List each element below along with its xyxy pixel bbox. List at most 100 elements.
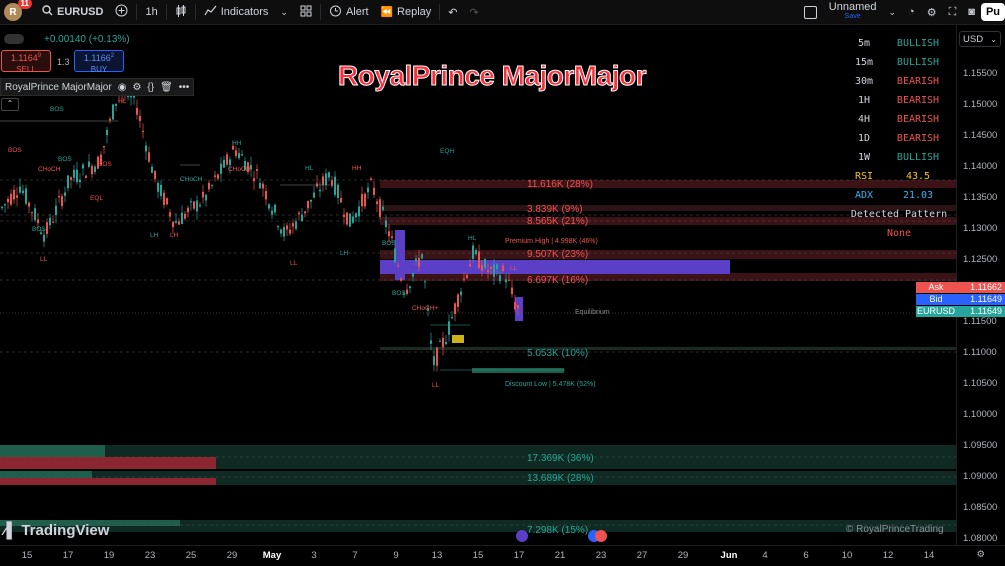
candle-body <box>16 195 18 198</box>
volume-zone-label: 13.689K (28%) <box>527 473 594 484</box>
candle-body <box>418 257 420 267</box>
candle-body <box>34 208 36 221</box>
candle-body <box>241 154 243 156</box>
axis-settings-icon[interactable]: ⚙ <box>976 549 985 560</box>
bid-price: 1.11649 <box>970 294 1002 304</box>
chevron-down-icon: ⌄ <box>990 35 997 44</box>
price-chart[interactable]: 11.616K (28%) 3.839K (9%)8.565K (21%) 9.50… <box>0 25 956 545</box>
candle-body <box>487 270 489 272</box>
toolbar-divider <box>165 4 167 20</box>
tradingview-logo[interactable]: ⁄▌ TradingView <box>4 522 109 539</box>
candle-body <box>145 145 147 152</box>
sell-button[interactable]: 1.11649 SELL <box>1 50 51 74</box>
chevron-down-icon: ⌄ <box>280 6 288 17</box>
candle-body <box>334 176 336 195</box>
chart-type-button[interactable] <box>169 0 193 24</box>
candle-body <box>214 175 216 177</box>
indicator-legend[interactable]: RoyalPrince MajorMajor ◉ ⚙ {} 🗑 ••• <box>0 78 195 96</box>
candle-body <box>412 273 414 277</box>
candle-body <box>163 192 165 205</box>
buy-button[interactable]: 1.11662 BUY <box>74 50 124 74</box>
indicator-name: RoyalPrince MajorMajor <box>5 81 112 93</box>
publish-button[interactable]: Pu <box>980 3 1005 21</box>
candle-body <box>112 104 114 120</box>
date-tick: 13 <box>431 550 443 561</box>
event-marker-icon <box>595 530 607 542</box>
indicators-button[interactable]: Indicators ⌄ <box>198 0 294 24</box>
trend-timeframe: 30m <box>854 76 874 87</box>
structure-label: HL <box>468 235 477 242</box>
redo-icon: ↷ <box>469 6 479 19</box>
settings-icon[interactable]: ⚙ <box>132 82 141 93</box>
candle-body <box>151 166 153 173</box>
candle-body <box>262 183 264 189</box>
undo-button[interactable]: ↶ <box>442 0 463 24</box>
candle-body <box>37 219 39 224</box>
layout-name-button[interactable]: Unnamed Save <box>823 0 883 24</box>
structure-label: BOS <box>32 226 46 233</box>
candle-body <box>229 159 231 166</box>
alert-label: Alert <box>345 6 369 18</box>
date-tick: 21 <box>554 550 566 561</box>
replay-button[interactable]: ⏪ Replay <box>375 0 438 24</box>
candle-body <box>253 178 255 182</box>
chart-legend: +0.00140 (+0.13%) <box>0 32 130 46</box>
candle-body <box>226 154 228 165</box>
date-tick: 17 <box>513 550 525 561</box>
last-symbol-label: EURUSD <box>916 306 955 316</box>
settings-button[interactable]: ⚙ <box>921 0 943 24</box>
structure-label: EQH <box>440 148 454 155</box>
redo-button[interactable]: ↷ <box>464 0 485 24</box>
layouts-button[interactable] <box>294 0 318 24</box>
replay-label: Replay <box>397 6 432 18</box>
candle-body <box>43 234 45 242</box>
candle-body <box>328 172 330 178</box>
trend-timeframe: 5m <box>857 38 871 49</box>
ask-price-label: Ask 1.11662 <box>916 282 1005 293</box>
candle-body <box>397 265 399 267</box>
compare-symbol-button[interactable] <box>109 0 134 24</box>
date-tick: 29 <box>226 550 238 561</box>
currency-selector[interactable]: USD ⌄ <box>959 31 1001 47</box>
candle-body <box>364 193 366 207</box>
alert-button[interactable]: Alert <box>323 0 375 24</box>
layout-dropdown-button[interactable]: ⌄ <box>883 0 903 24</box>
price-tick: 1.08000 <box>963 533 998 544</box>
pattern-value: None <box>886 228 912 239</box>
more-icon[interactable]: ••• <box>179 82 190 93</box>
price-tick: 1.09000 <box>963 471 998 482</box>
source-code-icon[interactable]: {} <box>147 82 154 93</box>
order-block <box>395 230 405 280</box>
quick-search-button[interactable]: ◔ <box>902 0 921 24</box>
volume-zone-label: 3.839K (9%) <box>527 204 583 215</box>
trash-icon[interactable]: 🗑 <box>160 82 173 93</box>
candle-body <box>445 341 447 345</box>
date-tick: 19 <box>103 550 115 561</box>
candle-body <box>175 220 177 223</box>
fullscreen-checkbox[interactable] <box>798 0 823 24</box>
candle-body <box>70 177 72 180</box>
fullscreen-button[interactable]: ⛶ <box>943 0 963 24</box>
currency-label: USD <box>963 34 984 45</box>
trend-row: 1W BULLISH <box>845 148 953 167</box>
ask-label: Ask <box>928 282 944 292</box>
trend-timeframe: 1D <box>857 133 871 144</box>
snapshot-button[interactable]: ◙ <box>962 0 981 24</box>
user-avatar[interactable]: R 11 <box>4 0 32 21</box>
timeframe-button[interactable]: 1h <box>139 0 163 24</box>
candle-body <box>286 225 288 230</box>
collapse-legend-button[interactable]: ⌃ <box>1 98 19 111</box>
candle-body <box>322 176 324 185</box>
candle-body <box>496 264 498 270</box>
symbol-search-button[interactable]: EURUSD <box>36 0 109 24</box>
candle-body <box>196 200 198 212</box>
time-axis[interactable]: ⚙ 15 17 19 23 25 29 May 3 7 9 13 15 17 21 23 27 29 Jun 4 6 1… <box>0 545 1005 566</box>
candle-body <box>385 220 387 228</box>
date-tick: May <box>262 550 282 561</box>
date-tick: 14 <box>923 550 935 561</box>
eye-icon[interactable]: ◉ <box>118 82 127 93</box>
collapse-legend-toggle[interactable] <box>4 34 24 44</box>
candle-body <box>76 169 78 183</box>
date-tick: 7 <box>352 550 358 561</box>
candle-body <box>58 196 60 198</box>
